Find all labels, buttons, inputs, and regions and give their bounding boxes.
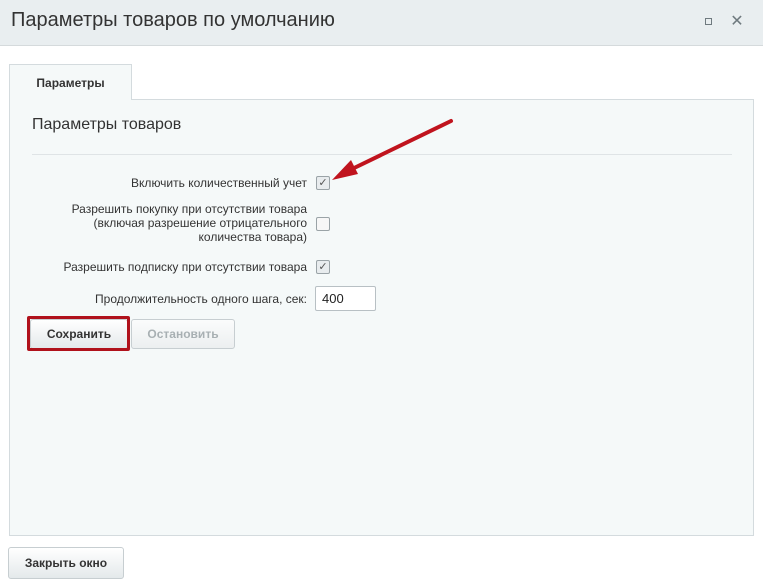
step-duration-input[interactable] bbox=[315, 286, 376, 311]
parameters-panel: Параметры товаров Включить количественны… bbox=[9, 99, 754, 536]
step-duration-label: Продолжительность одного шага, сек: bbox=[95, 292, 307, 306]
section-title: Параметры товаров bbox=[32, 116, 182, 133]
window-titlebar: Параметры товаров по умолчанию ✕ bbox=[0, 0, 763, 46]
allow-purchase-label-line: количества товара) bbox=[198, 230, 307, 244]
allow-purchase-label-line: (включая разрешение отрицательного bbox=[93, 216, 308, 230]
tab-parameters[interactable]: Параметры bbox=[9, 64, 132, 100]
stop-button[interactable]: Остановить bbox=[131, 319, 235, 349]
allow-purchase-label: Разрешить покупку при отсутствии товара … bbox=[72, 202, 307, 244]
section-divider bbox=[32, 154, 732, 155]
allow-purchase-checkbox[interactable] bbox=[316, 217, 330, 231]
allow-purchase-label-line: Разрешить покупку при отсутствии товара bbox=[71, 202, 307, 216]
close-icon[interactable]: ✕ bbox=[730, 14, 744, 30]
quantity-tracking-label: Включить количественный учет bbox=[131, 176, 307, 190]
close-window-button[interactable]: Закрыть окно bbox=[8, 547, 124, 579]
quantity-tracking-checkbox[interactable]: ✓ bbox=[316, 176, 330, 190]
allow-subscription-checkbox[interactable]: ✓ bbox=[316, 260, 330, 274]
allow-subscription-label: Разрешить подписку при отсутствии товара bbox=[63, 260, 308, 274]
window-title: Параметры товаров по умолчанию bbox=[11, 9, 335, 31]
maximize-icon[interactable] bbox=[702, 15, 716, 29]
save-button[interactable]: Сохранить bbox=[30, 319, 128, 349]
